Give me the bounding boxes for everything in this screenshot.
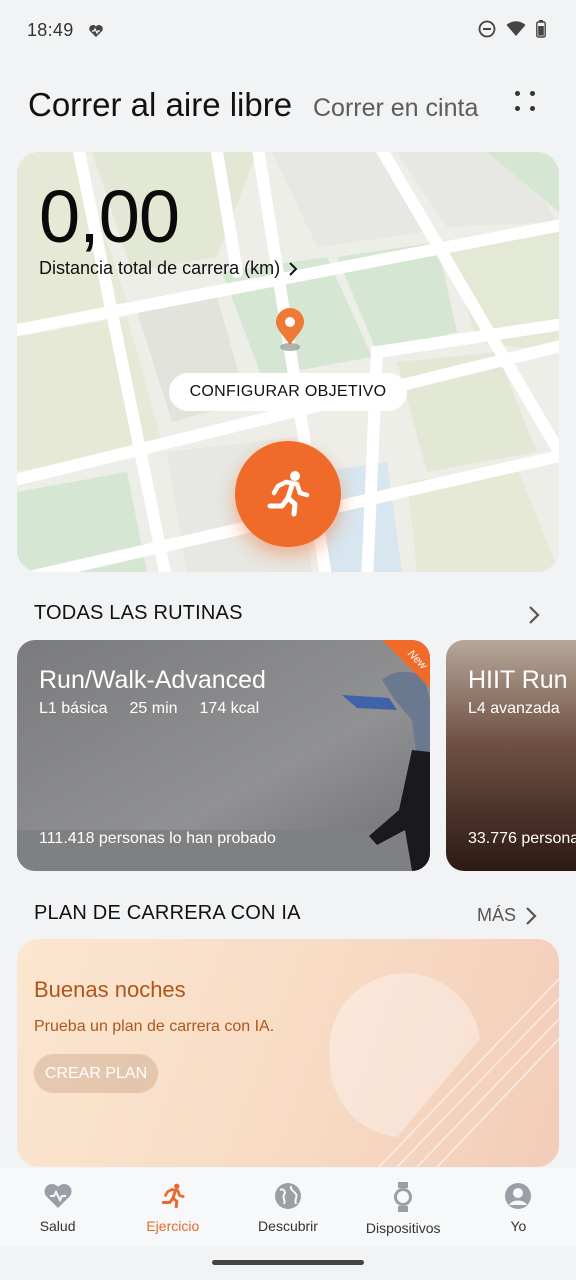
tab-treadmill-run[interactable]: Correr en cinta [313,94,478,123]
routines-chevron-right-icon[interactable] [527,605,541,625]
routine-tried-count: 33.776 personas lo han probado [468,830,576,847]
plan-description: Prueba un plan de carrera con IA. [34,1018,275,1035]
nav-item-dispositivos[interactable]: Dispositivos [346,1168,461,1246]
nav-label: Descubrir [258,1218,318,1234]
status-time: 18:49 [27,20,74,40]
nav-label: Dispositivos [365,1220,441,1236]
app-screen: 18:49 Correr al aire libre Correr en cin… [0,0,576,1280]
routine-kcal: 174 kcal [199,700,260,717]
bottom-nav: Salud Ejercicio Descubrir Dispositivos Y… [0,1168,576,1246]
nav-item-yo[interactable]: Yo [461,1168,576,1246]
running-icon [161,1183,185,1209]
profile-icon [505,1183,532,1209]
routine-card-hiit[interactable]: HIIT Run L4 avanzada 33.776 personas lo … [446,640,576,871]
distance-label-text: Distancia total de carrera (km) [39,258,281,278]
set-goal-button[interactable]: CONFIGURAR OBJETIVO [169,373,407,411]
heart-notification-icon [89,25,103,37]
ai-plan-section-title: PLAN DE CARRERA CON IA [34,902,301,924]
watch-icon [394,1182,413,1212]
nav-item-salud[interactable]: Salud [0,1168,115,1246]
routine-meta: L4 avanzada [468,700,560,718]
routines-section-title: TODAS LAS RUTINAS [34,602,243,624]
nav-label: Yo [510,1218,527,1234]
start-run-button[interactable] [235,441,341,547]
nav-label: Ejercicio [146,1218,200,1234]
more-options-icon[interactable] [512,88,540,116]
routine-tried-count: 111.418 personas lo han probado [39,830,276,847]
distance-value: 0,00 [39,175,180,258]
heart-pulse-icon [44,1184,72,1208]
routine-card-run-walk[interactable]: New Run/Walk-Advanced L1 básica 25 min 1… [17,640,430,871]
plan-greeting: Buenas noches [34,977,186,1002]
distance-label[interactable]: Distancia total de carrera (km) [39,258,298,279]
globe-icon [275,1183,301,1209]
routine-level: L4 avanzada [468,700,560,717]
nav-item-descubrir[interactable]: Descubrir [230,1168,345,1246]
routine-level: L1 básica [39,700,108,717]
more-label: MÁS [477,905,517,925]
dnd-icon [478,20,496,38]
routine-name: HIIT Run [468,666,568,694]
more-chevron-right-icon [526,906,537,925]
create-plan-button[interactable]: CREAR PLAN [34,1054,158,1093]
ai-plan-more-link[interactable]: MÁS [477,905,538,926]
routine-duration: 25 min [129,700,178,717]
nav-item-ejercicio[interactable]: Ejercicio [115,1168,230,1246]
home-indicator[interactable] [212,1260,364,1265]
map-card: 0,00 Distancia total de carrera (km) CON… [17,152,559,572]
tab-outdoor-run[interactable]: Correr al aire libre [28,86,292,124]
chevron-right-icon [289,261,298,276]
ai-plan-card[interactable]: Buenas noches Prueba un plan de carrera … [17,939,559,1167]
wifi-icon [506,21,526,36]
routine-meta: L1 básica 25 min 174 kcal [39,700,259,718]
running-icon [267,471,310,517]
location-pin-icon [276,308,304,351]
routine-name: Run/Walk-Advanced [39,666,266,694]
plan-decoration [329,973,559,1167]
status-icons [478,20,546,38]
nav-label: Salud [39,1218,76,1234]
battery-icon [536,20,546,38]
